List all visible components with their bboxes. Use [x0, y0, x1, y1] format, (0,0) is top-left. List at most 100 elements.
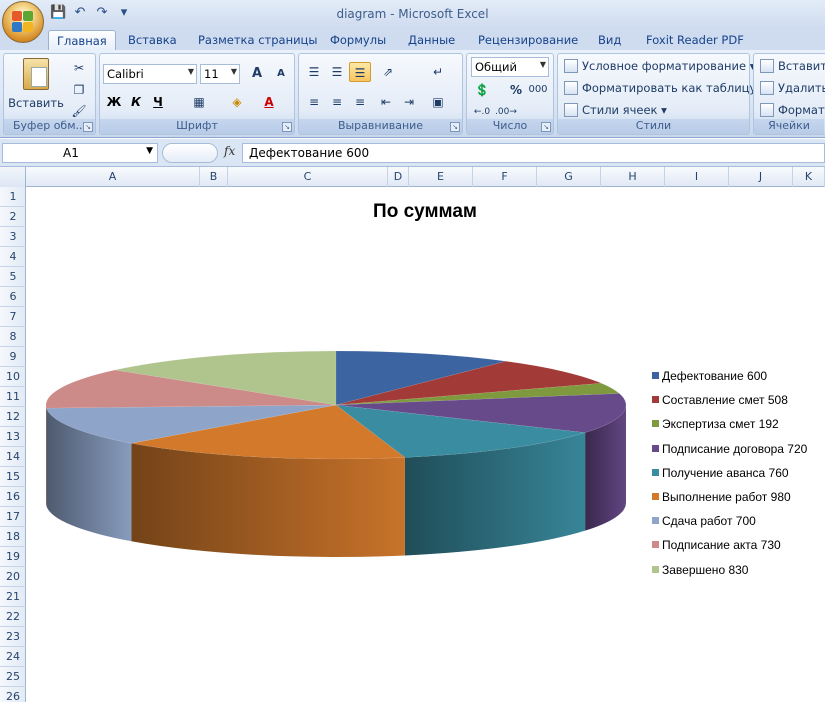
row-header[interactable]: 12 [0, 407, 26, 427]
underline-button[interactable]: Ч [147, 92, 169, 112]
tab-insert[interactable]: Вставка [120, 30, 185, 50]
column-header[interactable]: H [601, 167, 665, 187]
format-cells-button[interactable]: Формат [760, 103, 825, 117]
alignment-launcher-icon[interactable]: ↘ [450, 122, 460, 132]
row-headers: 1 2 3 4 5 6 7 8 9 10 11 12 13 14 15 16 17 18 19 20 21 22 23 24 2… [0, 187, 26, 702]
currency-icon[interactable]: 💲 [471, 80, 493, 100]
font-name-value: Calibri [107, 67, 144, 81]
cell-styles-button[interactable]: Стили ячеек ▾ [564, 103, 667, 117]
tab-data[interactable]: Данные [400, 30, 463, 50]
row-header[interactable]: 26 [0, 687, 26, 702]
increase-indent-icon[interactable]: ⇥ [398, 92, 420, 112]
font-color-icon[interactable]: A [258, 92, 280, 112]
row-header[interactable]: 22 [0, 607, 26, 627]
select-all-corner[interactable] [0, 167, 26, 187]
column-headers: A B C D E F G H I J K [0, 167, 825, 187]
row-header[interactable]: 25 [0, 667, 26, 687]
formula-input[interactable]: Дефектование 600 [242, 143, 825, 163]
row-header[interactable]: 4 [0, 247, 26, 267]
paste-button[interactable]: Вставить [8, 56, 64, 114]
formula-expand-handle[interactable] [162, 143, 218, 163]
row-header[interactable]: 7 [0, 307, 26, 327]
insert-cells-label: Вставить [778, 59, 825, 73]
column-header[interactable]: B [200, 167, 228, 187]
tab-home[interactable]: Главная [48, 30, 116, 50]
row-header[interactable]: 24 [0, 647, 26, 667]
font-name-combo[interactable]: Calibri ▼ [103, 64, 197, 84]
delete-cells-button[interactable]: Удалить [760, 81, 825, 95]
row-header[interactable]: 17 [0, 507, 26, 527]
merge-center-icon[interactable]: ▣ [427, 92, 449, 112]
row-header[interactable]: 11 [0, 387, 26, 407]
thousands-button[interactable]: 000 [527, 80, 549, 100]
tab-review[interactable]: Рецензирование [470, 30, 586, 50]
decrease-indent-icon[interactable]: ⇤ [375, 92, 397, 112]
row-header[interactable]: 23 [0, 627, 26, 647]
row-header[interactable]: 18 [0, 527, 26, 547]
row-header[interactable]: 6 [0, 287, 26, 307]
orientation-icon[interactable]: ⇗ [377, 62, 399, 82]
insert-function-icon[interactable]: fx [224, 144, 235, 158]
conditional-formatting-button[interactable]: Условное форматирование ▾ [564, 59, 756, 73]
font-launcher-icon[interactable]: ↘ [282, 122, 292, 132]
number-group: Общий ▼ 💲 % 000 ←.0 .00→ Число ↘ [466, 53, 554, 135]
copy-icon[interactable]: ❐ [68, 80, 90, 100]
format-as-table-button[interactable]: Форматировать как таблицу ▾ [564, 81, 766, 95]
grow-font-button[interactable]: A [246, 64, 268, 84]
tab-view[interactable]: Вид [590, 30, 629, 50]
column-header[interactable]: G [537, 167, 601, 187]
row-header[interactable]: 9 [0, 347, 26, 367]
cut-icon[interactable]: ✂ [68, 58, 90, 78]
row-header[interactable]: 8 [0, 327, 26, 347]
font-size-combo[interactable]: 11 ▼ [200, 64, 240, 84]
conditional-formatting-label: Условное форматирование [582, 59, 747, 73]
column-header[interactable]: F [473, 167, 537, 187]
insert-cells-button[interactable]: Вставить [760, 59, 825, 73]
column-header[interactable]: J [729, 167, 793, 187]
align-right-icon[interactable]: ≡ [349, 92, 371, 112]
shrink-font-button[interactable]: A [270, 64, 292, 84]
format-painter-icon[interactable]: 🖌 [68, 101, 90, 121]
cells-group-label: Ячейки [754, 119, 824, 134]
align-middle-icon[interactable]: ☰ [326, 62, 348, 82]
bold-button[interactable]: Ж [103, 92, 125, 112]
wrap-text-icon[interactable]: ↵ [427, 62, 449, 82]
tab-page-layout[interactable]: Разметка страницы [190, 30, 325, 50]
number-format-combo[interactable]: Общий ▼ [471, 57, 549, 77]
row-header[interactable]: 16 [0, 487, 26, 507]
row-header[interactable]: 1 [0, 187, 26, 207]
number-launcher-icon[interactable]: ↘ [541, 122, 551, 132]
tab-formulas[interactable]: Формулы [322, 30, 394, 50]
row-header[interactable]: 3 [0, 227, 26, 247]
office-button[interactable] [2, 1, 44, 43]
alignment-group-label: Выравнивание [299, 119, 462, 134]
fill-color-icon[interactable]: ◈ [226, 92, 248, 112]
chevron-down-icon: ▼ [230, 67, 237, 76]
italic-button[interactable]: К [125, 92, 147, 112]
row-header[interactable]: 2 [0, 207, 26, 227]
worksheet-grid[interactable] [26, 187, 825, 702]
row-header[interactable]: 13 [0, 427, 26, 447]
row-header[interactable]: 5 [0, 267, 26, 287]
align-bottom-icon[interactable]: ☰ [349, 62, 371, 82]
align-center-icon[interactable]: ≡ [326, 92, 348, 112]
column-header[interactable]: D [388, 167, 409, 187]
column-header[interactable]: C [228, 167, 388, 187]
row-header[interactable]: 15 [0, 467, 26, 487]
clipboard-launcher-icon[interactable]: ↘ [83, 122, 93, 132]
row-header[interactable]: 14 [0, 447, 26, 467]
row-header[interactable]: 21 [0, 587, 26, 607]
row-header[interactable]: 10 [0, 367, 26, 387]
row-header[interactable]: 19 [0, 547, 26, 567]
column-header[interactable]: A [26, 167, 200, 187]
name-box[interactable]: A1 ▼ [2, 143, 158, 163]
percent-button[interactable]: % [505, 80, 527, 100]
borders-icon[interactable]: ▦ [188, 92, 210, 112]
column-header[interactable]: I [665, 167, 729, 187]
row-header[interactable]: 20 [0, 567, 26, 587]
align-left-icon[interactable]: ≡ [303, 92, 325, 112]
align-top-icon[interactable]: ☰ [303, 62, 325, 82]
column-header[interactable]: K [793, 167, 825, 187]
tab-foxit[interactable]: Foxit Reader PDF [638, 30, 752, 50]
column-header[interactable]: E [409, 167, 473, 187]
